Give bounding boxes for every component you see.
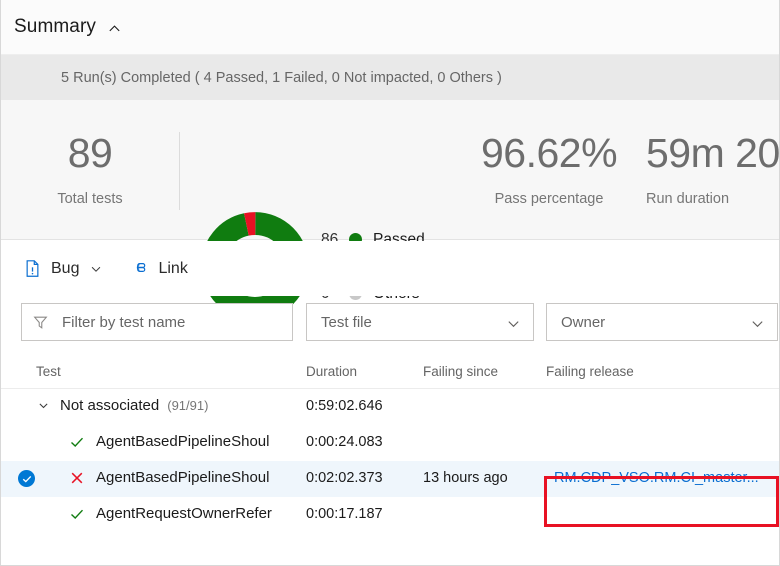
table-row[interactable]: AgentRequestOwnerRefer 0:00:17.187 [1, 497, 779, 533]
table-header-row: Test Duration Failing since Failing rele… [1, 356, 779, 389]
test-failing-since: 13 hours ago [423, 470, 508, 486]
pass-percentage-value: 96.62% [480, 130, 618, 176]
check-passed-icon [69, 434, 85, 450]
test-duration: 0:00:24.083 [306, 434, 383, 450]
bug-button-label: Bug [51, 259, 80, 277]
check-passed-icon [69, 506, 85, 522]
test-results-panel: Summary 5 Run(s) Completed ( 4 Passed, 1… [0, 0, 780, 566]
chevron-down-icon[interactable] [506, 316, 521, 331]
column-header-failing-since[interactable]: Failing since [423, 364, 498, 379]
stats-divider [179, 132, 180, 210]
pass-percentage-stat: 96.62% Pass percentage [469, 130, 629, 208]
link-icon [130, 259, 149, 278]
run-status-strip: 5 Run(s) Completed ( 4 Passed, 1 Failed,… [1, 55, 779, 100]
chevron-down-icon[interactable] [37, 399, 50, 412]
funnel-icon [32, 314, 49, 331]
test-duration: 0:00:17.187 [306, 506, 383, 522]
bug-document-icon [23, 259, 42, 278]
cross-failed-icon [69, 470, 85, 486]
total-tests-stat: 89 Total tests [35, 130, 145, 208]
test-results-table: Test Duration Failing since Failing rele… [1, 356, 779, 533]
test-file-dropdown-value: Test file [321, 313, 372, 331]
test-name-cell[interactable]: AgentBasedPipelineShoul [69, 469, 299, 486]
page-title: Summary [14, 16, 96, 37]
group-name-cell[interactable]: Not associated (91/91) [37, 397, 208, 414]
summary-header[interactable]: Summary [1, 0, 779, 55]
test-name-cell[interactable]: AgentRequestOwnerRefer [69, 505, 299, 522]
chevron-down-icon[interactable] [750, 316, 765, 331]
search-input-placeholder: Filter by test name [62, 313, 186, 331]
chevron-down-icon[interactable] [89, 262, 103, 276]
column-header-duration[interactable]: Duration [306, 364, 357, 379]
test-name: AgentRequestOwnerRefer [96, 505, 272, 522]
filters-row: Filter by test name Test file Owner [1, 303, 779, 345]
test-name-cell[interactable]: AgentBasedPipelineShoul [69, 433, 299, 450]
run-duration-label: Run duration [646, 191, 730, 207]
table-row[interactable]: AgentBasedPipelineShoul 0:00:24.083 [1, 425, 779, 461]
test-name: AgentBasedPipelineShoul [96, 433, 270, 450]
test-name: AgentBasedPipelineShoul [96, 469, 270, 486]
table-row-selected[interactable]: AgentBasedPipelineShoul 0:02:02.373 13 h… [1, 461, 779, 497]
total-tests-label: Total tests [57, 191, 123, 207]
test-failing-release-link[interactable]: RM.CDP_VSO.RM.CI_master... [554, 470, 759, 486]
group-title: Not associated [60, 397, 160, 414]
search-input[interactable]: Filter by test name [21, 303, 293, 341]
row-selected-checkbox[interactable] [18, 470, 35, 487]
test-file-dropdown[interactable]: Test file [306, 303, 534, 341]
table-row-group[interactable]: Not associated (91/91) 0:59:02.646 [1, 389, 779, 425]
column-header-failing-release[interactable]: Failing release [546, 364, 634, 379]
bug-button[interactable]: Bug [23, 259, 103, 278]
chevron-up-icon[interactable] [107, 21, 122, 36]
run-duration-stat: 59m 20 Run duration [646, 130, 780, 208]
test-duration: 0:02:02.373 [306, 470, 383, 486]
run-duration-value: 59m 20 [646, 130, 780, 176]
owner-dropdown-value: Owner [561, 313, 606, 331]
pass-percentage-label: Pass percentage [494, 191, 604, 207]
link-button[interactable]: Link [130, 259, 188, 278]
column-header-test[interactable]: Test [36, 364, 61, 379]
group-count: (91/91) [167, 398, 209, 413]
total-tests-value: 89 [67, 130, 113, 176]
run-status-text: 5 Run(s) Completed ( 4 Passed, 1 Failed,… [61, 69, 502, 86]
group-duration: 0:59:02.646 [306, 398, 383, 414]
owner-dropdown[interactable]: Owner [546, 303, 778, 341]
summary-stats-band: 89 Total tests 86 Passed 3 Failed 0 [1, 100, 780, 320]
actions-toolbar: Bug Link [1, 241, 779, 296]
link-button-label: Link [158, 259, 188, 277]
